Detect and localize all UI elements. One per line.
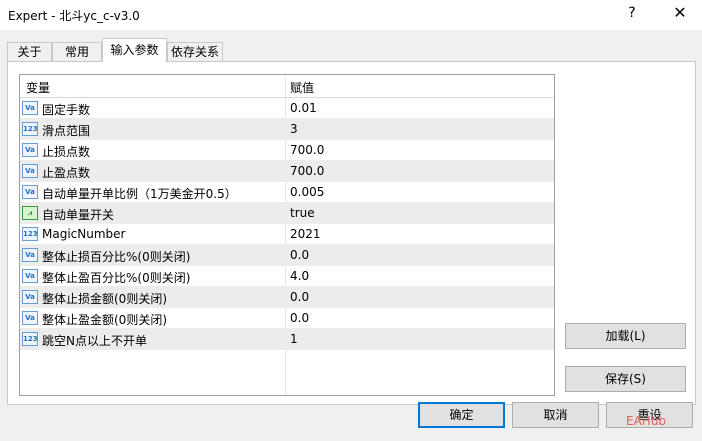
double-type-icon: Va bbox=[22, 290, 38, 304]
double-type-icon: Va bbox=[22, 101, 38, 115]
double-type-icon: Va bbox=[22, 248, 38, 262]
header-variable: 变量 bbox=[26, 81, 51, 95]
parameter-name: 自动单量开关 bbox=[42, 208, 115, 222]
parameter-value[interactable]: 0.0 bbox=[290, 311, 309, 325]
table-row[interactable]: Va 整体止损金额(0则关闭) 0.0 bbox=[20, 287, 554, 308]
table-row[interactable]: ⩘ 自动单量开关 true bbox=[20, 203, 554, 224]
parameter-name: 自动单量开单比例（1万美金开0.5） bbox=[42, 187, 237, 201]
parameter-name: 固定手数 bbox=[42, 103, 91, 117]
tab-common[interactable]: 常用 bbox=[52, 42, 102, 61]
table-header: 变量 赋值 bbox=[20, 75, 554, 98]
load-button[interactable]: 加载(L) bbox=[565, 323, 686, 349]
parameter-value[interactable]: true bbox=[290, 206, 315, 220]
table-row[interactable]: Va 整体止损百分比%(0则关闭) 0.0 bbox=[20, 245, 554, 266]
bool-type-icon: ⩘ bbox=[22, 206, 38, 220]
parameter-value[interactable]: 700.0 bbox=[290, 164, 324, 178]
parameter-name: MagicNumber bbox=[42, 227, 126, 241]
parameter-value[interactable]: 1 bbox=[290, 332, 298, 346]
parameter-name: 滑点范围 bbox=[42, 124, 91, 138]
table-row[interactable]: Va 止损点数 700.0 bbox=[20, 140, 554, 161]
parameter-table[interactable]: 变量 赋值 Va 固定手数 0.01 123 滑点范围 3 Va 止损点数 700.0 Va 止盈点… bbox=[19, 74, 555, 396]
parameter-name: 整体止盈百分比%(0则关闭) bbox=[42, 271, 191, 285]
parameter-name: 整体止损百分比%(0则关闭) bbox=[42, 250, 191, 264]
int-type-icon: 123 bbox=[22, 227, 38, 241]
ok-button[interactable]: 确定 bbox=[418, 402, 505, 428]
table-row[interactable]: Va 固定手数 0.01 bbox=[20, 98, 554, 119]
table-row[interactable]: Va 整体止盈金额(0则关闭) 0.0 bbox=[20, 308, 554, 329]
cancel-button[interactable]: 取消 bbox=[512, 402, 599, 428]
close-icon[interactable]: ✕ bbox=[670, 3, 690, 22]
help-icon[interactable]: ? bbox=[622, 5, 642, 21]
int-type-icon: 123 bbox=[22, 122, 38, 136]
parameter-value[interactable]: 2021 bbox=[290, 227, 321, 241]
parameter-name: 止损点数 bbox=[42, 145, 91, 159]
watermark-logo: EAHub bbox=[626, 414, 667, 428]
double-type-icon: Va bbox=[22, 185, 38, 199]
tab-dependencies[interactable]: 依存关系 bbox=[167, 42, 223, 61]
tab-about[interactable]: 关于 bbox=[7, 42, 52, 61]
int-type-icon: 123 bbox=[22, 332, 38, 346]
table-row[interactable]: Va 自动单量开单比例（1万美金开0.5） 0.005 bbox=[20, 182, 554, 203]
tab-bar: 关于 常用 输入参数 依存关系 bbox=[0, 38, 702, 62]
table-row[interactable]: 123 滑点范围 3 bbox=[20, 119, 554, 140]
parameter-value[interactable]: 0.0 bbox=[290, 248, 309, 262]
parameter-value[interactable]: 700.0 bbox=[290, 143, 324, 157]
parameter-value[interactable]: 4.0 bbox=[290, 269, 309, 283]
table-row[interactable]: Va 整体止盈百分比%(0则关闭) 4.0 bbox=[20, 266, 554, 287]
header-value: 赋值 bbox=[290, 81, 315, 95]
double-type-icon: Va bbox=[22, 164, 38, 178]
parameter-value[interactable]: 0.0 bbox=[290, 290, 309, 304]
parameter-name: 跳空N点以上不开单 bbox=[42, 334, 147, 348]
double-type-icon: Va bbox=[22, 269, 38, 283]
tab-inputs[interactable]: 输入参数 bbox=[102, 38, 167, 62]
table-row[interactable]: 123 跳空N点以上不开单 1 bbox=[20, 329, 554, 350]
table-row[interactable]: 123 MagicNumber 2021 bbox=[20, 224, 554, 245]
parameter-name: 止盈点数 bbox=[42, 166, 91, 180]
parameter-value[interactable]: 0.005 bbox=[290, 185, 324, 199]
title-bar: Expert - 北斗yc_c-v3.0 ? ✕ bbox=[0, 0, 702, 30]
table-row[interactable]: Va 止盈点数 700.0 bbox=[20, 161, 554, 182]
parameter-name: 整体止损金额(0则关闭) bbox=[42, 292, 167, 306]
double-type-icon: Va bbox=[22, 311, 38, 325]
double-type-icon: Va bbox=[22, 143, 38, 157]
parameter-name: 整体止盈金额(0则关闭) bbox=[42, 313, 167, 327]
window-title: Expert - 北斗yc_c-v3.0 bbox=[8, 9, 140, 23]
parameter-value[interactable]: 0.01 bbox=[290, 101, 317, 115]
save-button[interactable]: 保存(S) bbox=[565, 366, 686, 392]
parameter-value[interactable]: 3 bbox=[290, 122, 298, 136]
